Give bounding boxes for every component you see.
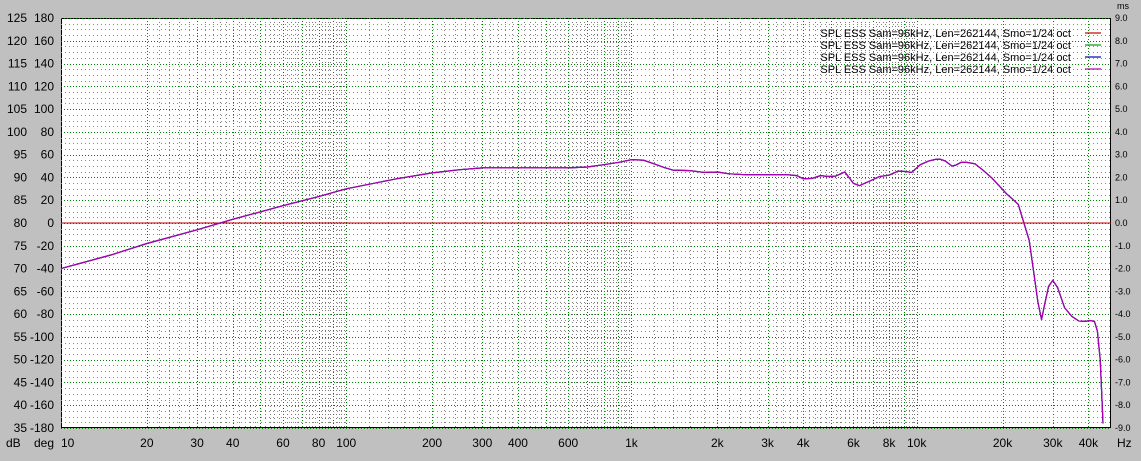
y-tick-label-deg: -180: [30, 421, 54, 435]
y-tick-label-ms: -6.0: [1115, 355, 1131, 365]
y-tick-label-ms: 5.0: [1115, 104, 1128, 114]
y-tick-label-db: 105: [7, 102, 27, 116]
y-tick-label-deg: -40: [37, 262, 55, 276]
y-tick-label-ms: -2.0: [1115, 264, 1131, 274]
y-tick-label-deg: 40: [41, 170, 55, 184]
y-tick-label-deg: -120: [30, 353, 54, 367]
y-tick-label-deg: 180: [34, 11, 54, 25]
x-tick-label: 200: [422, 436, 442, 450]
y-tick-label-deg: -60: [37, 284, 55, 298]
x-tick-label: 4k: [797, 436, 811, 450]
x-tick-label: 1k: [625, 436, 639, 450]
y-tick-label-ms: 3.0: [1115, 150, 1128, 160]
x-tick-label: 600: [558, 436, 578, 450]
x-tick-label: 30: [190, 436, 204, 450]
y-tick-label-ms: 6.0: [1115, 81, 1128, 91]
frequency-response-chart: 125 120 115 110 105 100 95 90 85 80 75 70 65 60 55 50 45…: [0, 0, 1141, 456]
x-tick-label: 2k: [711, 436, 725, 450]
y-tick-label-ms: 2.0: [1115, 172, 1128, 182]
y-tick-label-ms: -8.0: [1115, 400, 1131, 410]
x-tick-label: 80: [312, 436, 326, 450]
legend-entry-label: SPL ESS Sam=96kHz, Len=262144, Smo=1/24 …: [820, 28, 1071, 40]
x-tick-label: 10k: [907, 436, 927, 450]
y-tick-label-deg: -20: [37, 239, 55, 253]
y-tick-label-db: 40: [14, 398, 28, 412]
y-tick-label-ms: -3.0: [1115, 286, 1131, 296]
y-tick-label-db: 45: [14, 375, 28, 389]
y-tick-label-deg: 120: [34, 79, 54, 93]
y-tick-label-ms: -1.0: [1115, 241, 1131, 251]
y-tick-label-deg: 100: [34, 102, 54, 116]
unit-label-hz: Hz: [1117, 436, 1132, 450]
y-tick-label-ms: 7.0: [1115, 59, 1128, 69]
y-tick-label-ms: -4.0: [1115, 309, 1131, 319]
chart-svg: 1251201151101051009590858075706560555045…: [0, 0, 1141, 456]
y-tick-label-ms: -9.0: [1115, 423, 1131, 433]
legend: SPL ESS Sam=96kHz, Len=262144, Smo=1/24 …: [820, 28, 1101, 76]
y-tick-label-db: 75: [14, 239, 28, 253]
y-tick-label-ms: 9.0: [1115, 13, 1128, 23]
y-tick-label-deg: 0: [47, 216, 54, 230]
x-tick-label: 8k: [883, 436, 897, 450]
x-tick-label: 100: [336, 436, 356, 450]
y-tick-label-db: 85: [14, 193, 28, 207]
legend-entry-label: SPL ESS Sam=96kHz, Len=262144, Smo=1/24 …: [820, 52, 1071, 64]
y-tick-label-db: 115: [8, 57, 27, 71]
y-tick-label-db: 60: [14, 307, 28, 321]
x-tick-label: 40k: [1079, 436, 1099, 450]
y-tick-label-ms: 4.0: [1115, 127, 1128, 137]
x-tick-label: 20: [140, 436, 154, 450]
y-tick-label-deg: 140: [34, 57, 54, 71]
legend-entry-label: SPL ESS Sam=96kHz, Len=262144, Smo=1/24 …: [820, 64, 1071, 76]
y-tick-label-db: 55: [14, 330, 28, 344]
y-tick-label-deg: -80: [37, 307, 55, 321]
y-tick-label-db: 80: [14, 216, 28, 230]
y-tick-label-deg: -160: [30, 398, 54, 412]
unit-label-db: dB: [6, 436, 21, 450]
y-tick-label-deg: 80: [41, 125, 55, 139]
y-tick-label-deg: -100: [30, 330, 54, 344]
y-tick-label-deg: 60: [41, 148, 55, 162]
legend-entry-label: SPL ESS Sam=96kHz, Len=262144, Smo=1/24 …: [820, 40, 1071, 52]
y-tick-label-db: 35: [14, 421, 28, 435]
y-tick-label-ms: 1.0: [1115, 195, 1128, 205]
unit-label-deg: deg: [34, 436, 54, 450]
y-tick-label-db: 65: [14, 284, 28, 298]
x-tick-label: 30k: [1043, 436, 1063, 450]
x-tick-label: 20k: [993, 436, 1013, 450]
x-tick-label: 6k: [847, 436, 861, 450]
x-tick-label: 300: [472, 436, 492, 450]
y-tick-label-ms: -5.0: [1115, 332, 1131, 342]
x-tick-label: 400: [508, 436, 528, 450]
y-tick-label-ms: 0.0: [1115, 218, 1128, 228]
x-tick-label: 40: [226, 436, 240, 450]
y-tick-label-ms: 8.0: [1115, 36, 1128, 46]
x-tick-label: 10: [61, 436, 75, 450]
y-tick-label-deg: -140: [30, 375, 54, 389]
unit-label-ms: ms: [1117, 1, 1129, 11]
y-tick-label-deg: 160: [34, 34, 54, 48]
y-tick-label-db: 125: [7, 11, 27, 25]
y-tick-label-db: 100: [7, 125, 27, 139]
y-tick-label-db: 90: [14, 170, 28, 184]
y-tick-label-db: 110: [8, 79, 27, 93]
x-tick-label: 3k: [761, 436, 775, 450]
y-tick-label-db: 70: [14, 262, 28, 276]
y-tick-label-db: 50: [14, 353, 28, 367]
y-tick-label-ms: -7.0: [1115, 377, 1131, 387]
y-tick-label-db: 95: [14, 148, 28, 162]
y-tick-label-deg: 20: [41, 193, 55, 207]
x-tick-label: 60: [276, 436, 290, 450]
y-tick-label-db: 120: [7, 34, 27, 48]
